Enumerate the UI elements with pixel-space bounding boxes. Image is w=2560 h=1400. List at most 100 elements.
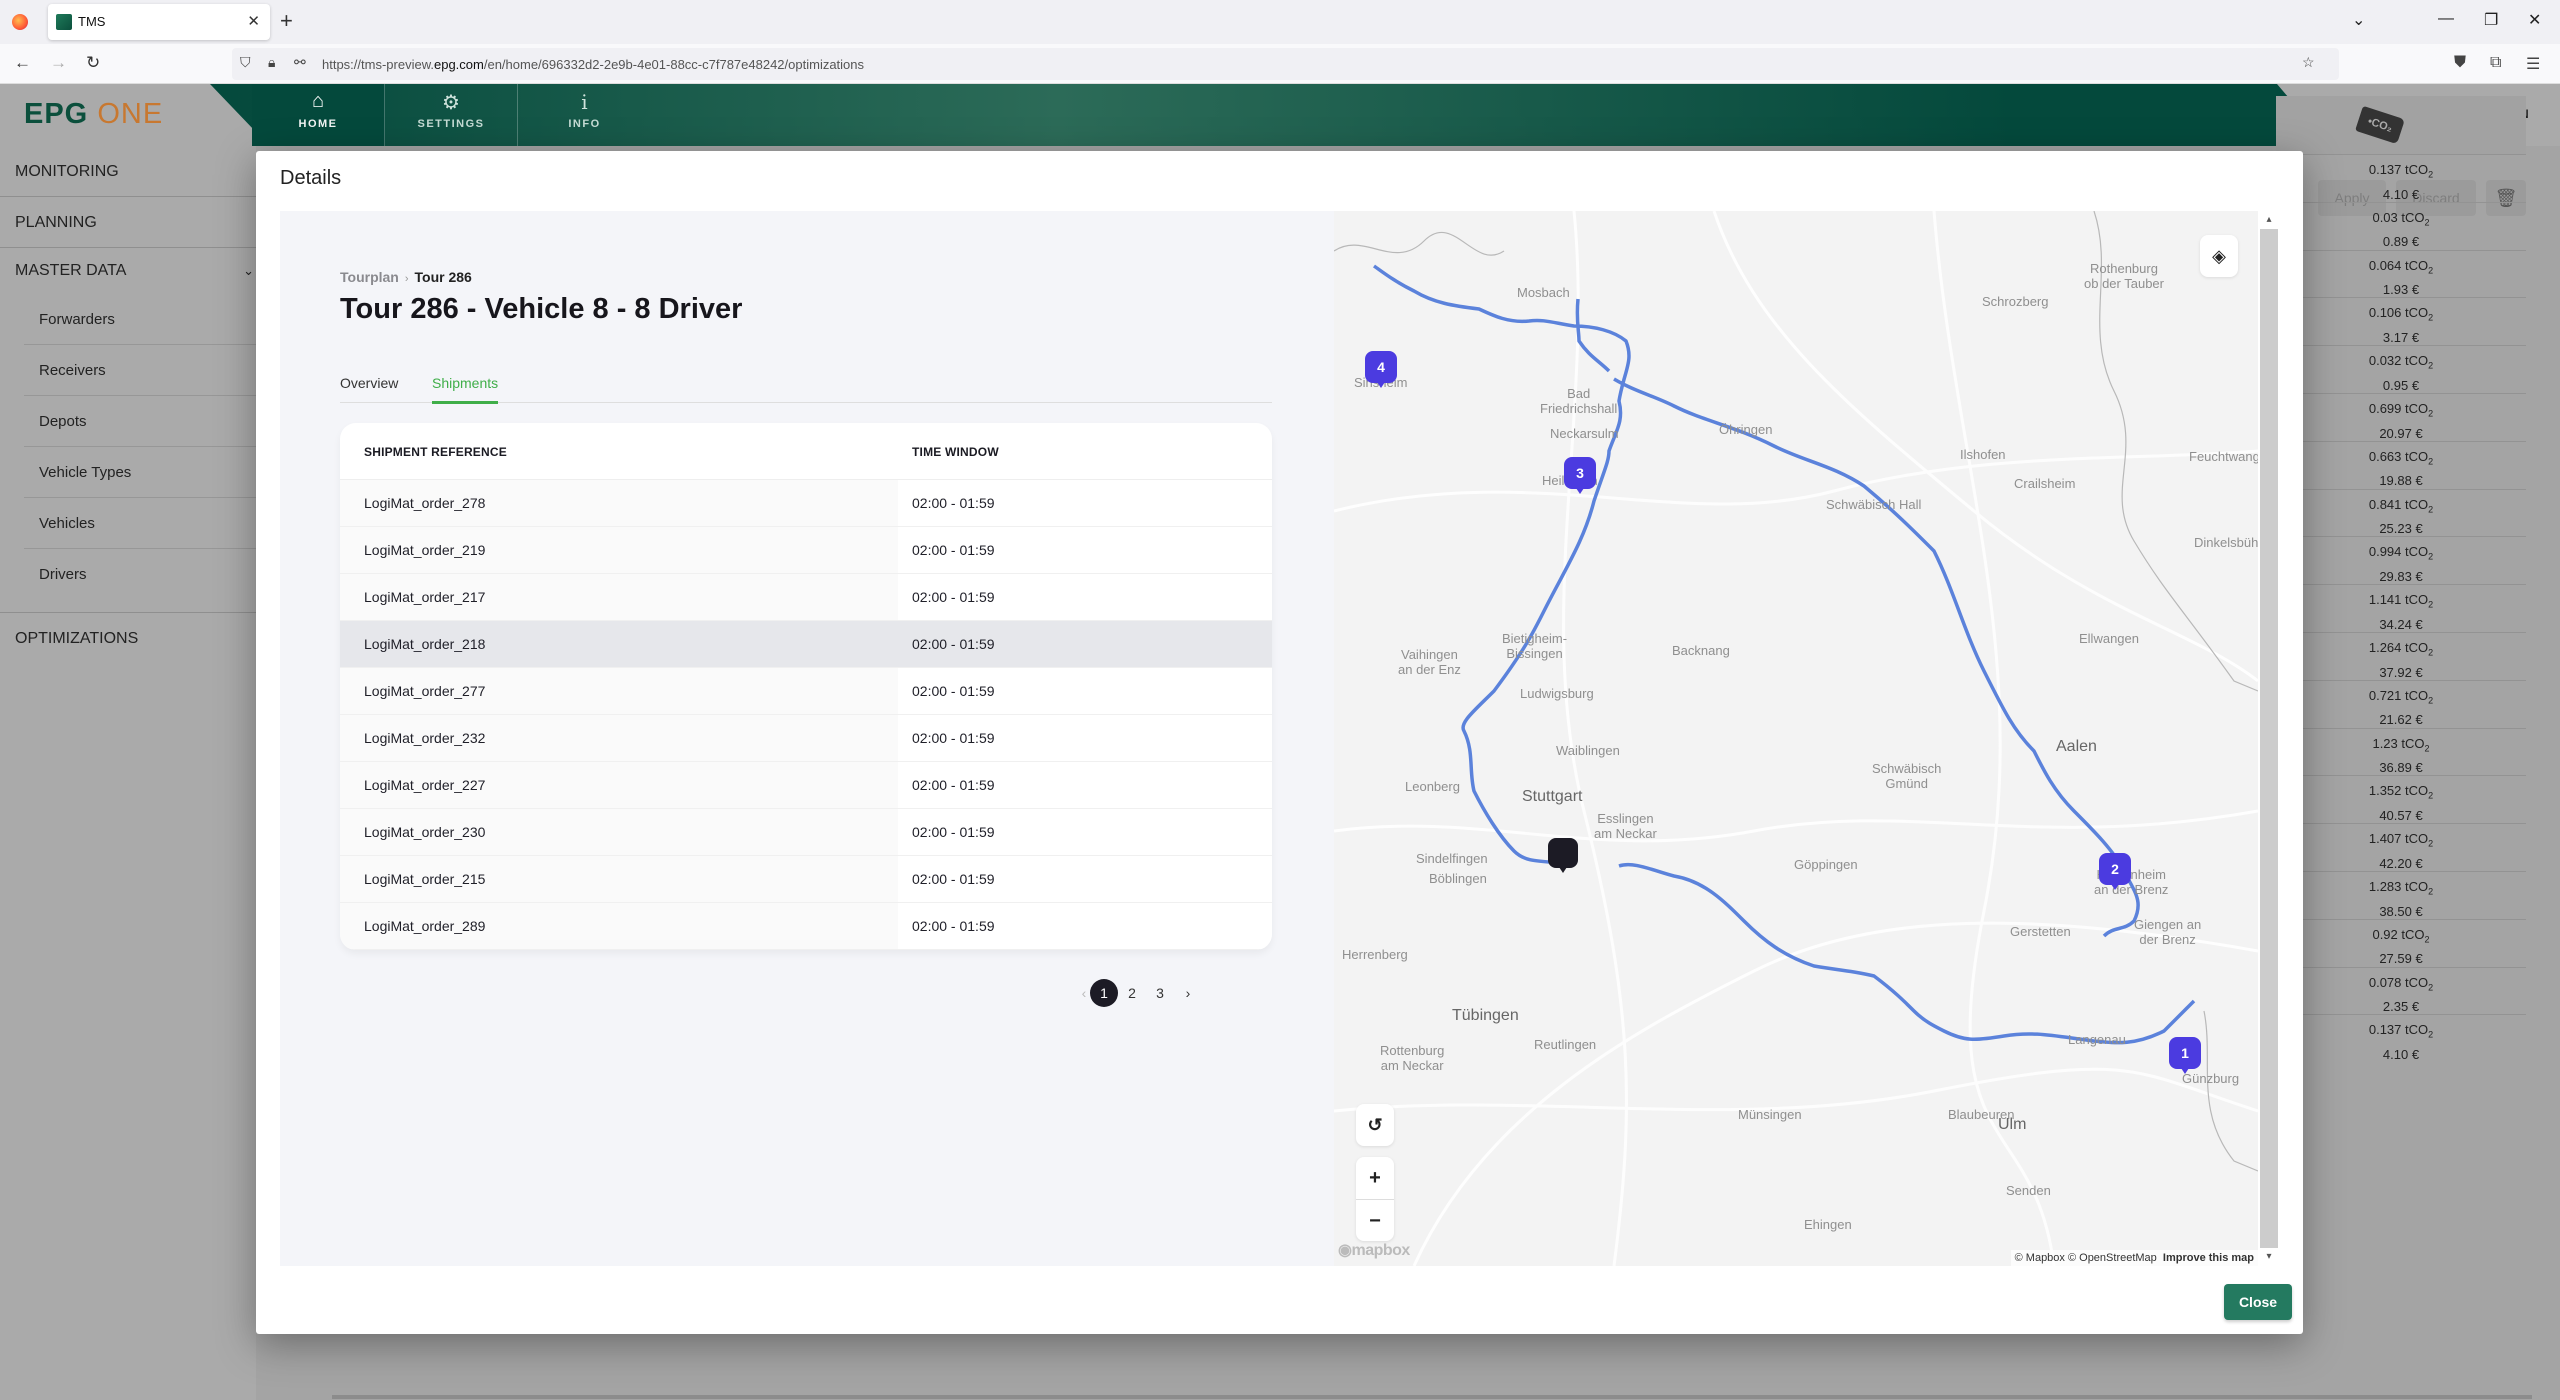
sidebar-item-planning[interactable]: PLANNING <box>0 197 256 248</box>
map-label-rothenburg: Rothenburg ob der Tauber <box>2084 261 2164 291</box>
table-row[interactable]: LogiMat_order_217 02:00 - 01:59 <box>340 574 1272 621</box>
table-row[interactable]: LogiMat_order_277 02:00 - 01:59 <box>340 668 1272 715</box>
co2-row: 0.078 tCO2 2.35 € <box>2276 966 2526 1015</box>
shield-icon[interactable]: ⛉ <box>240 54 251 71</box>
epg-one-logo[interactable]: EPG ONE <box>24 98 163 131</box>
page-1[interactable]: 1 <box>1090 979 1118 1007</box>
co2-row: 0.03 tCO2 0.89 € <box>2276 201 2526 250</box>
map-label-stuttgart: Stuttgart <box>1522 788 1583 805</box>
stop-marker-3[interactable]: 3 <box>1564 457 1596 494</box>
nav-home[interactable]: ⌂ HOME <box>252 84 385 146</box>
map-label-langenau: Langenau <box>2068 1032 2126 1047</box>
header-shipment-reference: SHIPMENT REFERENCE <box>364 445 507 459</box>
lock-icon[interactable]: 🔒︎ <box>268 54 275 71</box>
table-row[interactable]: LogiMat_order_232 02:00 - 01:59 <box>340 715 1272 762</box>
modal-scrollbar[interactable]: ▴ ▾ <box>2260 211 2278 1266</box>
new-tab-icon[interactable]: + <box>280 8 293 34</box>
nav-info[interactable]: i INFO <box>518 84 651 146</box>
address-bar[interactable]: ⛉ 🔒︎ ⚯ https://tms-preview.epg.com/en/ho… <box>232 48 2339 80</box>
route-map[interactable]: Mosbach Rothenburg ob der Tauber Schrozbe… <box>1334 211 2258 1266</box>
co2-row: 0.699 tCO2 20.97 € <box>2276 392 2526 441</box>
list-tabs-icon[interactable]: ⌄ <box>2352 10 2365 30</box>
close-window-icon[interactable]: ✕ <box>2528 10 2541 30</box>
bookmark-star-icon[interactable]: ☆ <box>2302 54 2315 71</box>
sidebar-item-forwarders[interactable]: Forwarders <box>24 294 256 345</box>
time-window-cell: 02:00 - 01:59 <box>898 480 1272 526</box>
next-page-icon[interactable]: › <box>1174 979 1202 1007</box>
sidebar-item-vehicle-types[interactable]: Vehicle Types <box>24 447 256 498</box>
sidebar-item-drivers[interactable]: Drivers <box>24 549 256 600</box>
layers-button[interactable]: ◈ <box>2200 235 2238 277</box>
url-text[interactable]: https://tms-preview.epg.com/en/home/6963… <box>322 57 864 72</box>
co2-value: 0.032 tCO2 <box>2368 353 2434 371</box>
tour-tabs: Overview Shipments <box>340 371 1272 404</box>
home-icon: ⌂ <box>311 90 325 112</box>
depot-marker[interactable] <box>1548 838 1578 873</box>
extensions-icon[interactable]: ⧉ <box>2490 54 2501 72</box>
nav-settings[interactable]: ⚙ SETTINGS <box>385 84 518 146</box>
co2-value: 1.407 tCO2 <box>2368 831 2434 849</box>
breadcrumb-tourplan[interactable]: Tourplan <box>340 269 399 285</box>
stop-marker-1[interactable]: 1 <box>2169 1037 2201 1074</box>
co2-value: 0.841 tCO2 <box>2368 496 2434 515</box>
table-header: SHIPMENT REFERENCE TIME WINDOW <box>340 423 1272 480</box>
zoom-in-button[interactable]: + <box>1356 1157 1394 1199</box>
shipment-reference-cell: LogiMat_order_215 <box>340 856 898 902</box>
page-2[interactable]: 2 <box>1118 979 1146 1007</box>
close-button[interactable]: Close <box>2224 1284 2292 1320</box>
sidebar-item-monitoring[interactable]: MONITORING <box>0 146 256 197</box>
sidebar-item-receivers[interactable]: Receivers <box>24 345 256 396</box>
navigation-bar: ← → ↻ ⛉ 🔒︎ ⚯ https://tms-preview.epg.com… <box>0 44 2560 84</box>
tab-overview[interactable]: Overview <box>340 375 398 401</box>
map-label-ulm: Ulm <box>1998 1116 2027 1133</box>
scroll-down-icon[interactable]: ▾ <box>2260 1248 2278 1266</box>
co2-value: 0.03 tCO2 <box>2372 209 2430 228</box>
table-row[interactable]: LogiMat_order_227 02:00 - 01:59 <box>340 762 1272 809</box>
pocket-icon[interactable]: ⛊ <box>2454 54 2466 72</box>
zoom-out-button[interactable]: − <box>1356 1199 1394 1241</box>
improve-map-link[interactable]: Improve this map <box>2163 1252 2254 1264</box>
table-row[interactable]: LogiMat_order_218 02:00 - 01:59 <box>340 621 1272 668</box>
permissions-icon[interactable]: ⚯ <box>294 54 306 71</box>
stop-marker-2[interactable]: 2 <box>2099 853 2131 890</box>
mapbox-pin-icon: ◉ <box>1338 1242 1352 1259</box>
co2-row: 1.23 tCO2 36.89 € <box>2276 727 2526 776</box>
details-modal: Details Tourplan › Tour 286 Tour 286 - Veh… <box>256 151 2303 1334</box>
table-row[interactable]: LogiMat_order_219 02:00 - 01:59 <box>340 527 1272 574</box>
co2-value: 0.721 tCO2 <box>2368 687 2434 706</box>
stop-marker-4[interactable]: 4 <box>1365 351 1397 388</box>
map-label-bad-friedrichshall: Bad Friedrichshall <box>1540 386 1618 416</box>
sidebar-item-depots[interactable]: Depots <box>24 396 256 447</box>
minimize-icon[interactable]: — <box>2438 10 2454 28</box>
table-row[interactable]: LogiMat_order_215 02:00 - 01:59 <box>340 856 1272 903</box>
back-icon[interactable]: ← <box>14 53 31 73</box>
cost-value: 42.20 € <box>2379 855 2423 871</box>
reload-icon[interactable]: ↻ <box>86 53 100 73</box>
page-3[interactable]: 3 <box>1146 979 1174 1007</box>
table-row[interactable]: LogiMat_order_289 02:00 - 01:59 <box>340 903 1272 950</box>
map-label-schwabisch-hall: Schwäbisch Hall <box>1826 497 1922 512</box>
time-window-cell: 02:00 - 01:59 <box>898 715 1272 761</box>
co2-row: 0.92 tCO2 27.59 € <box>2276 918 2526 967</box>
sidebar-item-master-data[interactable]: MASTER DATA ⌄ <box>0 248 256 294</box>
map-label-gunzburg: Günzburg <box>2182 1071 2240 1086</box>
cost-value: 2.35 € <box>2382 999 2420 1015</box>
forward-icon[interactable]: → <box>50 53 67 73</box>
browser-tab[interactable]: TMS ✕ <box>48 4 270 40</box>
mapbox-logo[interactable]: ◉mapbox <box>1338 1240 1410 1260</box>
scroll-up-icon[interactable]: ▴ <box>2260 211 2278 229</box>
co2-value: 0.92 tCO2 <box>2372 926 2430 945</box>
time-window-cell: 02:00 - 01:59 <box>898 668 1272 714</box>
sidebar-item-vehicles[interactable]: Vehicles <box>24 498 256 549</box>
table-row[interactable]: LogiMat_order_278 02:00 - 01:59 <box>340 480 1272 527</box>
restore-icon[interactable]: ❐ <box>2484 10 2498 30</box>
menu-icon[interactable]: ☰ <box>2526 54 2540 74</box>
close-tab-icon[interactable]: ✕ <box>247 12 260 30</box>
breadcrumb-separator-icon: › <box>404 273 409 285</box>
reset-bearing-button[interactable]: ↺ <box>1356 1104 1394 1146</box>
shipments-table: SHIPMENT REFERENCE TIME WINDOW LogiMat_o… <box>340 423 1272 950</box>
table-row[interactable]: LogiMat_order_230 02:00 - 01:59 <box>340 809 1272 856</box>
tab-shipments[interactable]: Shipments <box>432 375 499 404</box>
sidebar-item-optimizations[interactable]: OPTIMIZATIONS <box>0 612 256 663</box>
cost-value: 36.89 € <box>2379 760 2423 776</box>
